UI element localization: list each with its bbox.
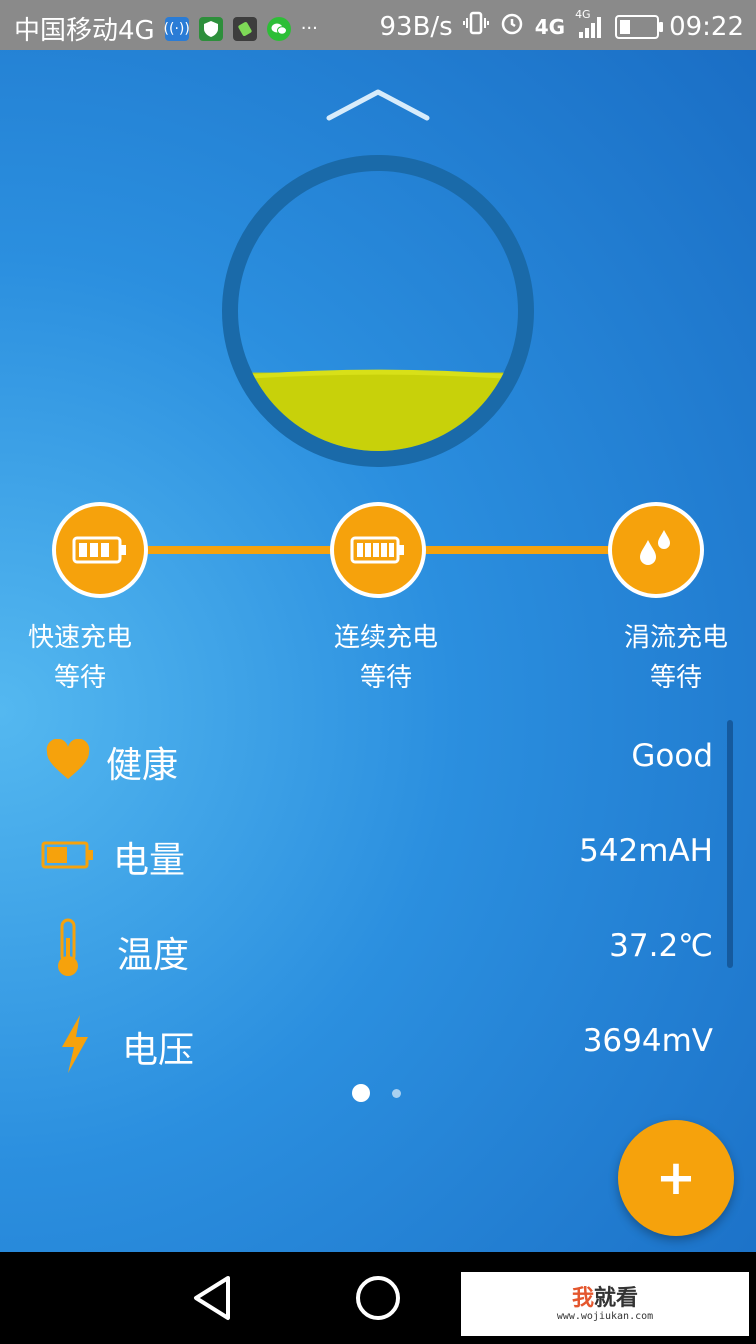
stage-fast-charge-icon-wrap bbox=[52, 502, 148, 598]
stat-row-temperature: 温度 37.2℃ bbox=[0, 912, 756, 992]
thermometer-icon bbox=[38, 916, 98, 980]
hotspot-icon: ((·)) bbox=[164, 16, 190, 41]
back-icon[interactable] bbox=[190, 1274, 234, 1322]
stat-row-voltage: 电压 3694mV bbox=[0, 1007, 756, 1087]
lightning-icon bbox=[44, 1009, 104, 1079]
clock-label: 09:22 bbox=[669, 11, 744, 42]
carrier-label: 中国移动4G bbox=[14, 16, 155, 46]
page-dot[interactable] bbox=[392, 1088, 401, 1098]
stat-label: 电压 bbox=[122, 1030, 195, 1071]
water-drops-icon bbox=[640, 530, 670, 565]
network-type-label: 4G bbox=[534, 14, 566, 39]
vibrate-icon bbox=[462, 10, 489, 43]
battery-dashboard: 快速充电 等待 连续充电 等待 涓流充电 等待 健康 Good 电量 542mA… bbox=[0, 50, 756, 1252]
watermark-logo: 我就看 www.wojiukan.com bbox=[461, 1272, 749, 1336]
battery-level-gauge bbox=[222, 155, 534, 467]
navigation-bar: 我就看 www.wojiukan.com bbox=[0, 1252, 756, 1344]
add-button[interactable]: + bbox=[618, 1120, 734, 1236]
stat-value: 542mAH bbox=[579, 833, 713, 869]
more-notifications-label: ··· bbox=[300, 18, 318, 39]
app-notification-icon bbox=[232, 16, 257, 41]
home-icon[interactable] bbox=[356, 1276, 400, 1320]
status-bar: 中国移动4G ((·)) ··· 93B/s 4G 4G 09:22 bbox=[0, 0, 756, 50]
stat-label: 电量 bbox=[113, 840, 186, 881]
collapse-chevron-up-icon[interactable] bbox=[325, 88, 431, 122]
stage-fast-charge-label: 快速充电 等待 bbox=[27, 623, 132, 693]
plus-icon: + bbox=[655, 1150, 697, 1206]
stat-value: Good bbox=[631, 738, 713, 774]
net-speed-label: 93B/s bbox=[379, 11, 453, 42]
stat-label: 温度 bbox=[117, 935, 190, 976]
stage-continuous-charge-label: 连续充电 等待 bbox=[333, 623, 438, 693]
battery-fast-icon bbox=[72, 536, 126, 564]
page-dot-active[interactable] bbox=[352, 1084, 370, 1102]
battery-level-icon bbox=[38, 825, 98, 885]
wechat-icon bbox=[266, 16, 291, 41]
alarm-icon bbox=[499, 10, 525, 43]
stats-scrollbar[interactable] bbox=[727, 720, 733, 968]
stage-continuous-charge-icon-wrap bbox=[330, 502, 426, 598]
stage-trickle-charge-label: 涓流充电 等待 bbox=[623, 623, 728, 693]
stat-value: 3694mV bbox=[582, 1023, 713, 1059]
signal-icon: 4G bbox=[575, 8, 605, 40]
battery-full-icon bbox=[350, 536, 404, 564]
heart-icon bbox=[38, 730, 98, 790]
stat-label: 健康 bbox=[106, 745, 179, 786]
stage-trickle-charge-icon-wrap bbox=[608, 502, 704, 598]
shield-icon bbox=[198, 16, 223, 41]
stat-value: 37.2℃ bbox=[609, 928, 713, 964]
stage-connector bbox=[420, 546, 614, 554]
stage-connector bbox=[146, 546, 336, 554]
battery-status-icon bbox=[615, 14, 664, 39]
page-indicator bbox=[352, 1084, 401, 1102]
stat-row-health: 健康 Good bbox=[0, 722, 756, 802]
stat-row-capacity: 电量 542mAH bbox=[0, 817, 756, 897]
